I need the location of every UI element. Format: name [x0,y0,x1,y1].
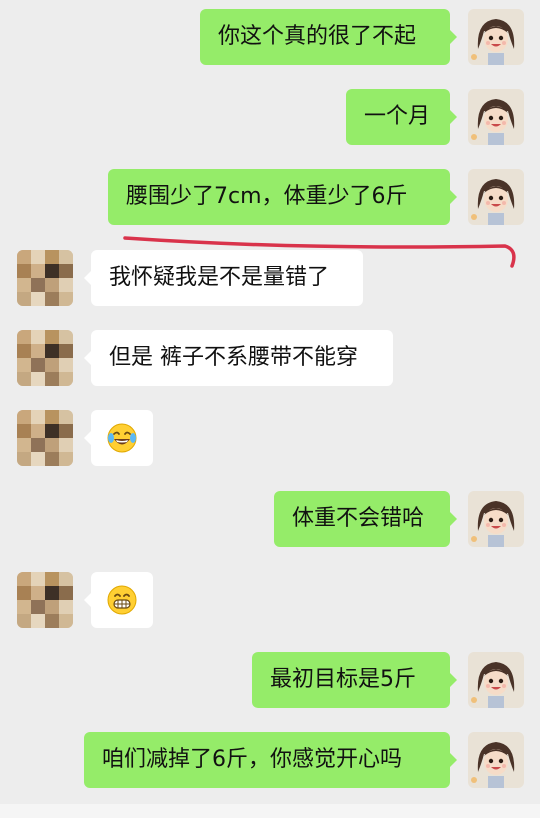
my-avatar[interactable] [468,89,524,145]
message-bubble[interactable]: 你这个真的很了不起 [200,9,457,65]
contact-avatar[interactable] [17,410,73,466]
cartoon-girl-avatar-icon [468,652,524,708]
my-avatar[interactable] [468,652,524,708]
my-avatar[interactable] [468,732,524,788]
cartoon-girl-avatar-icon [468,491,524,547]
cartoon-girl-avatar-icon [468,732,524,788]
message-bubble[interactable]: 但是 裤子不系腰带不能穿 [84,330,393,386]
message-bubble[interactable]: 一个月 [346,89,457,145]
cartoon-girl-avatar-icon [468,169,524,225]
pixelated-avatar-icon [17,410,73,466]
message-text: 但是 裤子不系腰带不能穿 [109,345,358,370]
message-text: 体重不会错哈 [292,506,425,531]
laughing-tears-emoji-icon [107,423,137,453]
message-text: 你这个真的很了不起 [218,24,417,49]
chat-area: 你这个真的很了不起 一个月 腰围少了7cm，体重少了6斤 我怀疑我是不是量错了 … [0,0,540,818]
message-bubble[interactable]: 咱们减掉了6斤，你感觉开心吗 [84,732,457,788]
grinning-emoji-icon [107,585,137,615]
message-text: 一个月 [364,104,431,129]
message-bubble[interactable] [84,572,153,628]
message-text: 腰围少了7cm，体重少了6斤 [126,184,408,209]
message-bubble[interactable]: 腰围少了7cm，体重少了6斤 [108,169,457,225]
my-avatar[interactable] [468,169,524,225]
contact-avatar[interactable] [17,250,73,306]
message-text: 最初目标是5斤 [270,667,416,692]
pixelated-avatar-icon [17,330,73,386]
message-text: 我怀疑我是不是量错了 [109,265,330,290]
my-avatar[interactable] [468,491,524,547]
message-text: 咱们减掉了6斤，你感觉开心吗 [102,747,402,772]
message-bubble[interactable]: 我怀疑我是不是量错了 [84,250,363,306]
contact-avatar[interactable] [17,330,73,386]
contact-avatar[interactable] [17,572,73,628]
message-bubble[interactable]: 体重不会错哈 [274,491,457,547]
message-bubble[interactable]: 最初目标是5斤 [252,652,457,708]
pixelated-avatar-icon [17,572,73,628]
cartoon-girl-avatar-icon [468,89,524,145]
cartoon-girl-avatar-icon [468,9,524,65]
message-bubble[interactable] [84,410,153,466]
my-avatar[interactable] [468,9,524,65]
input-bar[interactable] [0,804,540,818]
pixelated-avatar-icon [17,250,73,306]
